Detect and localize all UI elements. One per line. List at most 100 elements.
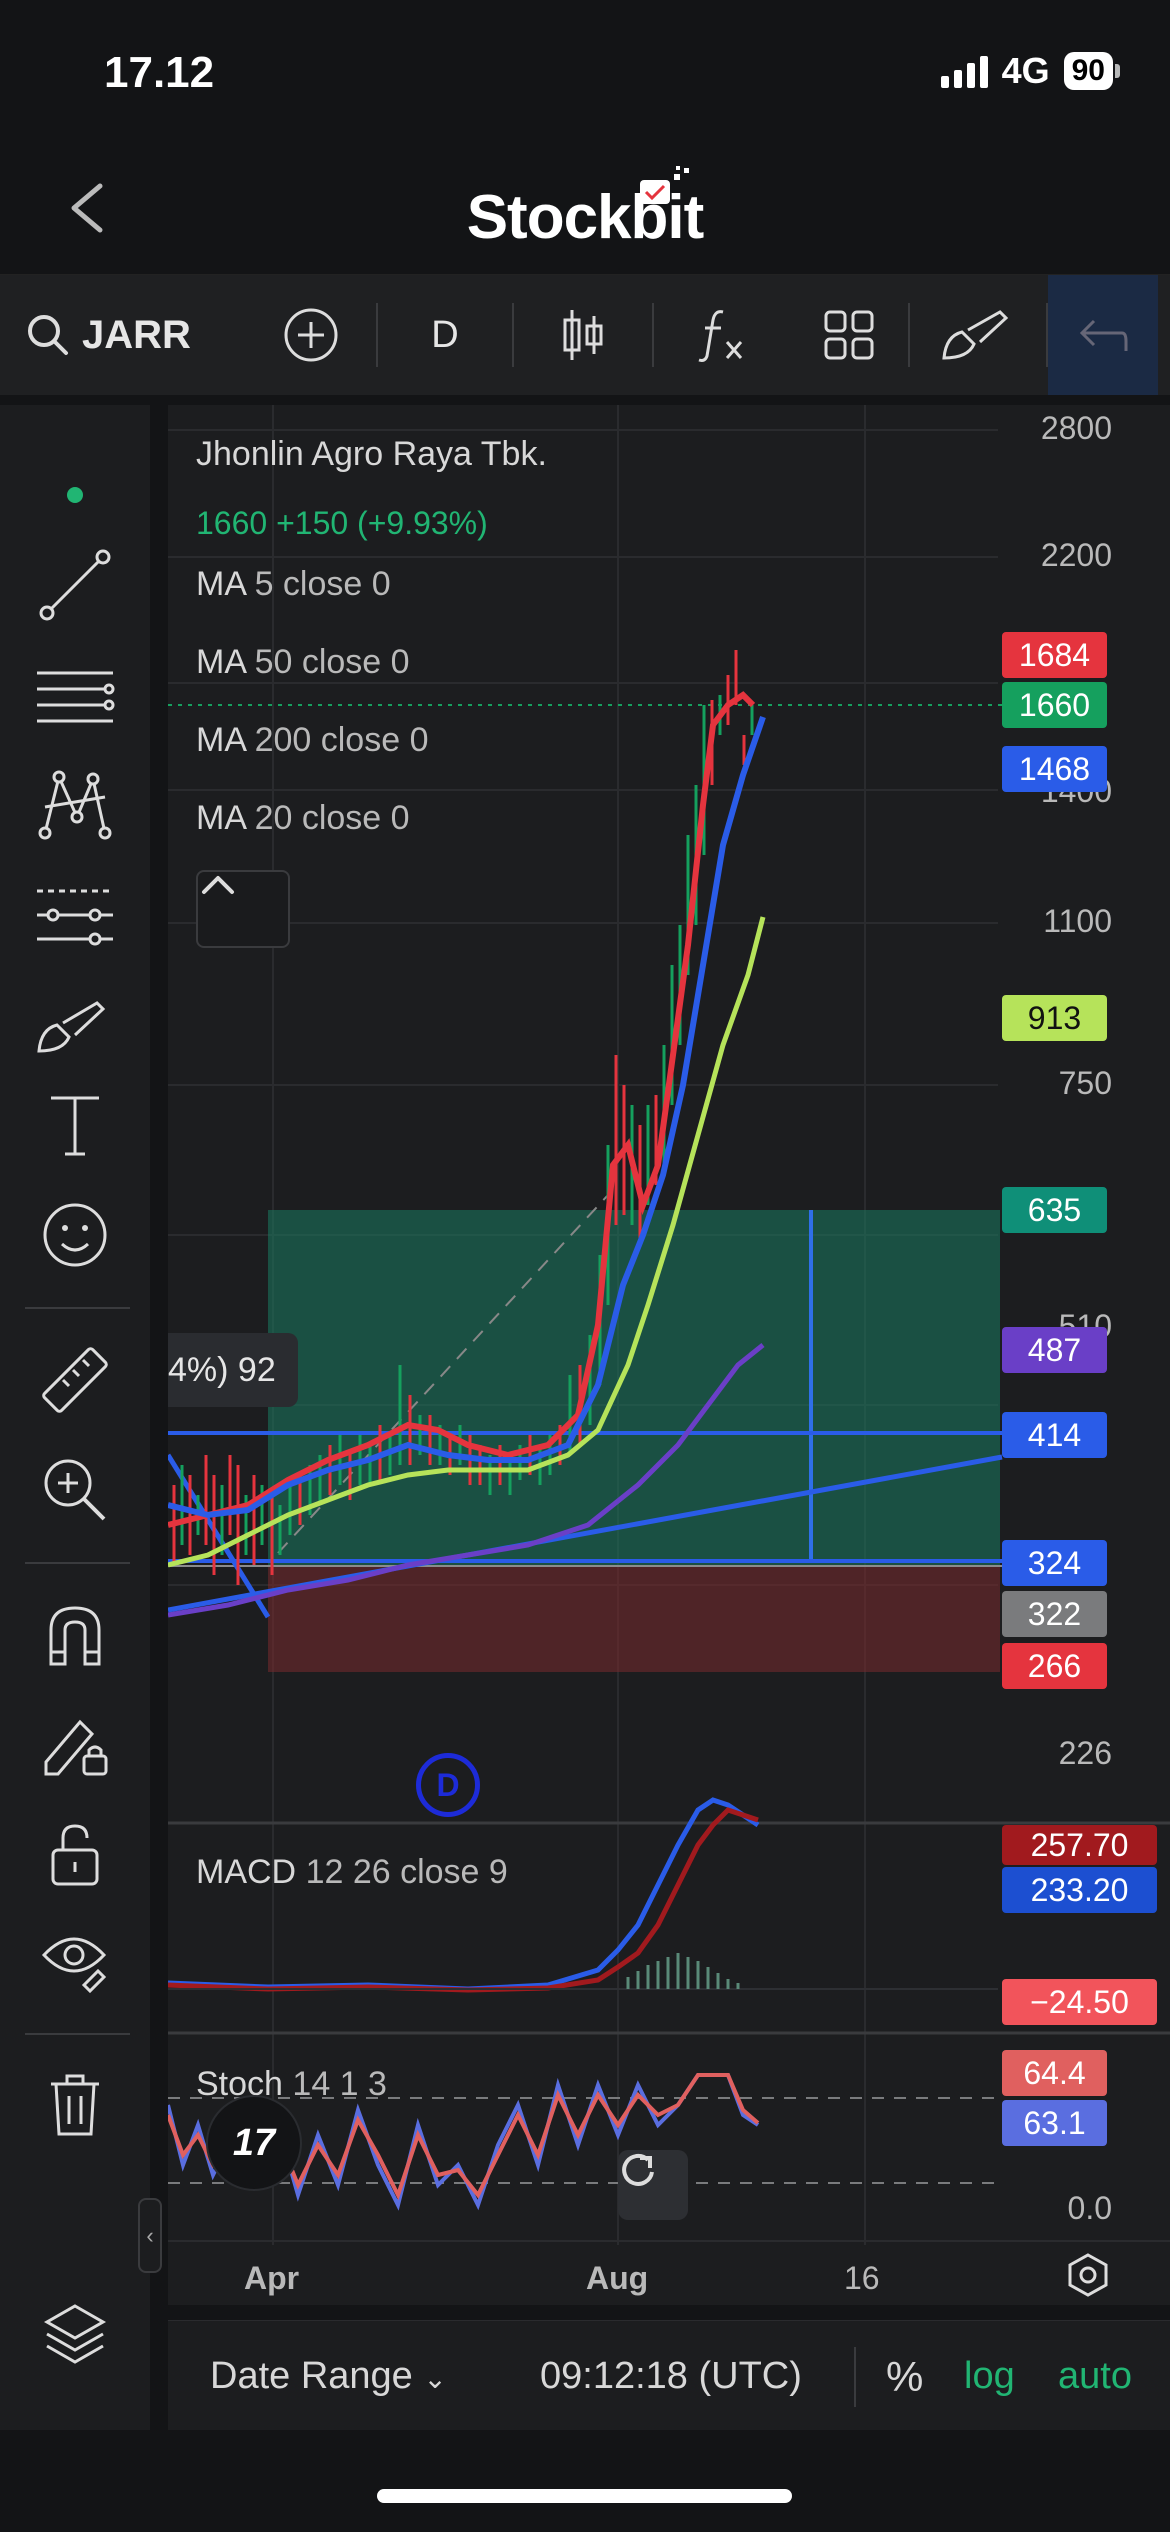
status-time: 17.12 [104, 48, 215, 97]
legend-collapse-button[interactable] [196, 870, 290, 948]
plus-circle-icon [284, 308, 338, 362]
drawing-tools-sidebar [0, 405, 150, 2430]
chevron-up-icon [202, 876, 234, 894]
price-badge: 1660 [1002, 682, 1107, 728]
magnet-tool[interactable] [35, 1595, 115, 1675]
interval-button[interactable]: D [378, 275, 512, 395]
drawing-button[interactable] [910, 275, 1046, 395]
layers-tool[interactable] [35, 2295, 115, 2375]
chart-type-button[interactable] [514, 275, 652, 395]
text-icon [51, 1096, 99, 1156]
indicator-ma50[interactable]: MA 50 close 0 [196, 643, 410, 682]
network-label: 4G [1001, 50, 1050, 91]
eye-icon [41, 1937, 107, 1993]
hexagon-settings-icon [1068, 2253, 1108, 2297]
price-badge: 913 [1002, 995, 1107, 1041]
reset-chart-button[interactable] [618, 2150, 688, 2220]
y-tick: 2800 [1040, 410, 1112, 446]
price-badge: 266 [1002, 1643, 1107, 1689]
status-right: 4G 90 [940, 50, 1120, 92]
cursor-tool[interactable] [35, 455, 115, 535]
price-badge: 322 [1002, 1591, 1107, 1637]
y-tick: 226 [1058, 1735, 1112, 1771]
visibility-tool[interactable] [35, 1920, 115, 2000]
ruler-tool[interactable] [35, 1340, 115, 1420]
lock-drawing-tool[interactable] [35, 1705, 115, 1785]
horizontal-lines-icon [37, 671, 115, 723]
indicator-ma5[interactable]: MA 5 close 0 [196, 565, 391, 604]
brush-tool[interactable] [35, 985, 115, 1065]
chart-bottom-bar: Date Range ⌄ 09:12:18 (UTC) % log auto [168, 2320, 1170, 2430]
date-range-button[interactable]: Date Range ⌄ [210, 2355, 447, 2398]
indicator-ma20[interactable]: MA 20 close 0 [196, 799, 410, 838]
price-badge: 487 [1002, 1327, 1107, 1373]
candlestick-icon [563, 310, 603, 360]
dividend-marker[interactable]: D [416, 1753, 480, 1817]
price-change: 1660 +150 (+9.93%) [196, 505, 488, 542]
indicator-params: 5 close 0 [254, 565, 391, 603]
battery-icon: 90 [1063, 52, 1120, 90]
zoom-tool[interactable] [35, 1450, 115, 1530]
trash-icon [51, 2074, 99, 2136]
lock-tool[interactable] [35, 1815, 115, 1895]
price-badge: 414 [1002, 1412, 1107, 1458]
x-tick: Aug [586, 2260, 649, 2296]
x-tick: Apr [244, 2260, 300, 2296]
symbol-label: JARR [82, 312, 191, 357]
price-badge: 1684 [1002, 632, 1107, 678]
indicators-button[interactable] [654, 275, 790, 395]
indicator-params: 20 close 0 [254, 799, 410, 837]
indicator-macd[interactable]: MACD 12 26 close 9 [196, 1853, 508, 1892]
percent-scale-button[interactable]: % [886, 2353, 923, 2401]
indicator-stoch[interactable]: Stoch 14 1 3 [196, 2065, 387, 2104]
date-range-label: Date Range [210, 2355, 413, 2397]
indicator-name: MA [196, 721, 246, 759]
reset-icon [622, 2153, 654, 2186]
chevron-down-icon: ⌄ [423, 2363, 447, 2394]
sidebar-collapse-button[interactable]: ‹ [138, 2198, 162, 2273]
fib-tool[interactable] [35, 660, 115, 740]
compare-button[interactable] [246, 275, 376, 395]
layout-button[interactable] [790, 275, 908, 395]
brush-icon [942, 310, 1009, 360]
stoch-badge: 64.4 [1002, 2050, 1107, 2096]
signal-icon [940, 54, 988, 88]
chart-toolbar: JARR D [0, 275, 1170, 395]
brand-logo: Stockbit [466, 183, 705, 252]
indicator-params: 50 close 0 [254, 643, 410, 681]
dot-icon [67, 487, 83, 503]
function-icon [698, 310, 743, 362]
grid-icon [824, 310, 874, 360]
trend-line-icon [39, 549, 111, 621]
projection-tool[interactable] [35, 875, 115, 955]
indicator-ma200[interactable]: MA 200 close 0 [196, 721, 428, 760]
auto-scale-button[interactable]: auto [1058, 2355, 1132, 2398]
pencil-lock-icon [44, 1719, 108, 1776]
undo-button[interactable] [1048, 275, 1158, 395]
price-badge: 635 [1002, 1187, 1107, 1233]
projection-icon [37, 889, 113, 946]
log-scale-button[interactable]: log [964, 2355, 1015, 2398]
indicator-params: 200 close 0 [254, 721, 429, 759]
trend-line-tool[interactable] [35, 545, 115, 625]
chart-legend: Jhonlin Agro Raya Tbk. [196, 435, 547, 474]
pattern-icon [38, 770, 112, 840]
text-tool[interactable] [35, 1085, 115, 1165]
indicator-params: 12 26 close 9 [305, 1853, 508, 1891]
y-tick: 750 [1058, 1065, 1112, 1101]
pattern-tool[interactable] [35, 765, 115, 845]
emoji-tool[interactable] [35, 1195, 115, 1275]
smiley-icon [43, 1203, 107, 1267]
price-badge: 324 [1002, 1540, 1107, 1586]
battery-level: 90 [1063, 52, 1113, 90]
clock-label: 09:12:18 (UTC) [540, 2355, 802, 2397]
logo-mark-icon [640, 166, 689, 204]
price-change-label: 1660 +150 (+9.93%) [196, 505, 488, 541]
home-indicator [377, 2489, 792, 2503]
y-tick: 2200 [1040, 537, 1112, 573]
x-tick: 16 [844, 2260, 880, 2296]
delete-tool[interactable] [35, 2065, 115, 2145]
price-chart[interactable]: Jhonlin Agro Raya Tbk. 1660 +150 (+9.93%… [168, 405, 1170, 2305]
symbol-search[interactable]: JARR [26, 313, 246, 358]
indicator-name: MA [196, 565, 246, 603]
